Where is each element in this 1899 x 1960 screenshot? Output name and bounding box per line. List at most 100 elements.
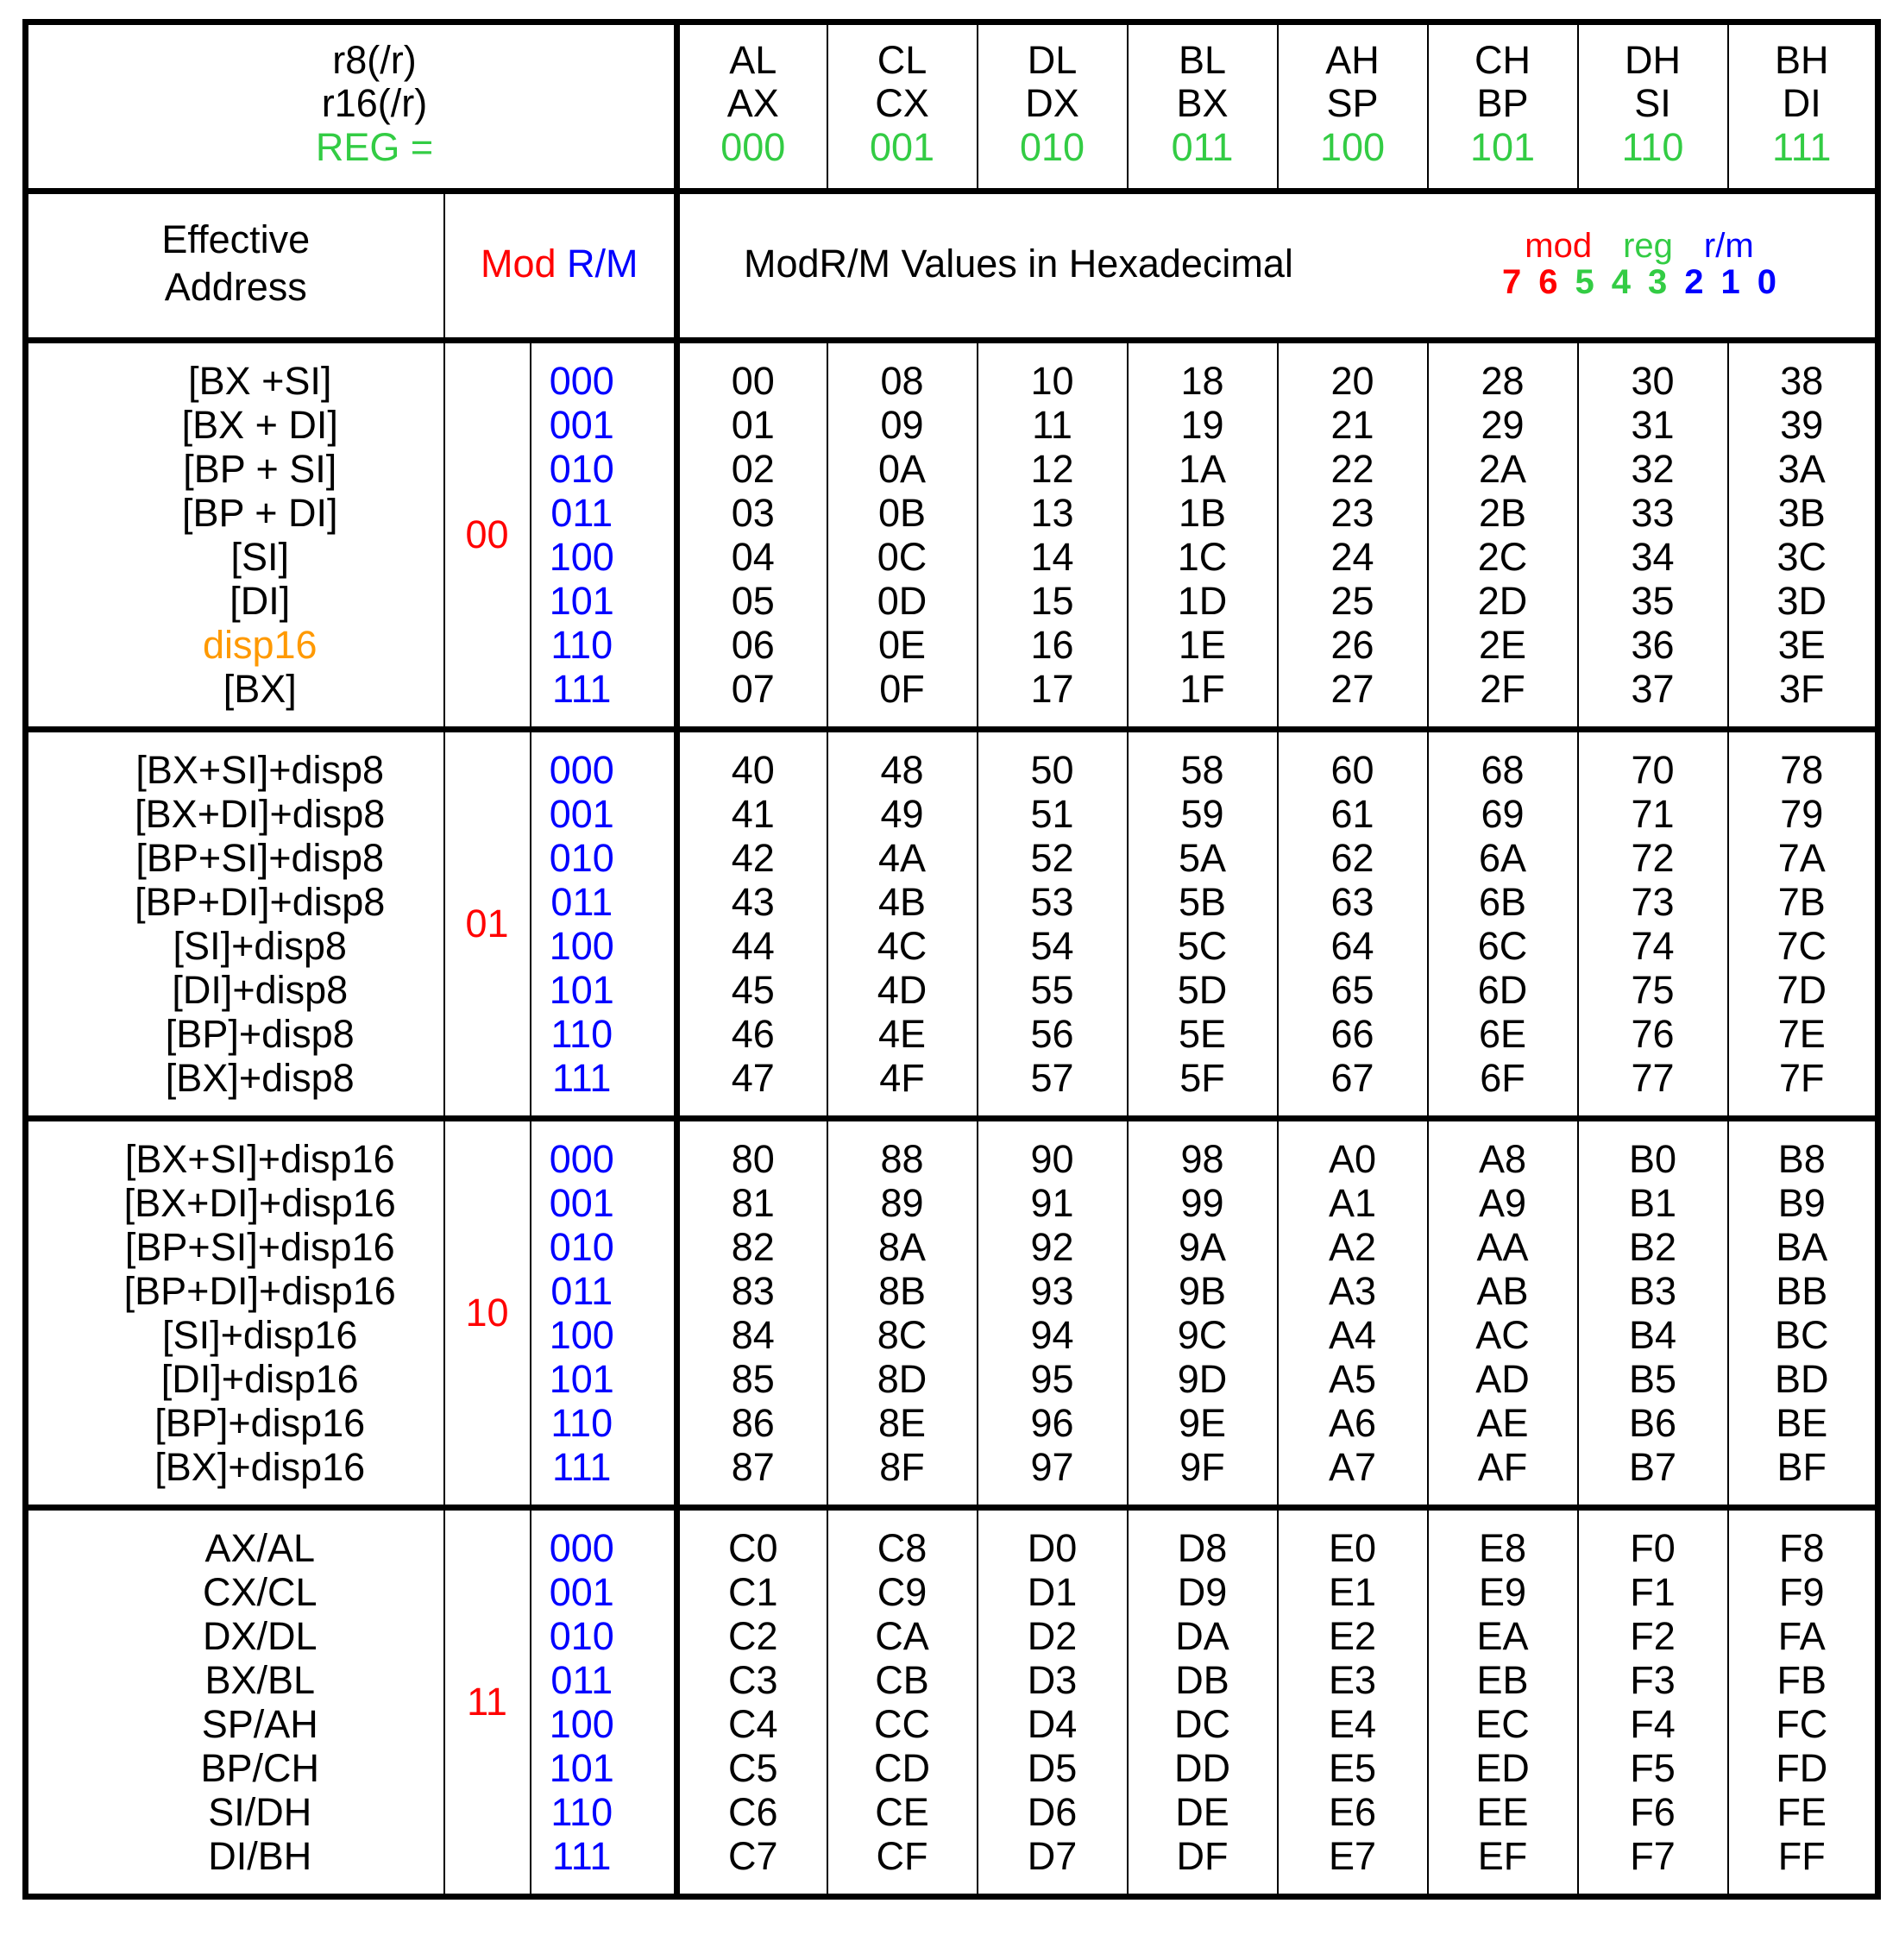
hex-value: AD — [1475, 1356, 1530, 1401]
hex-value: BD — [1774, 1356, 1829, 1401]
hex-value: 11 — [1032, 402, 1072, 447]
rm-bits-entry: 110 — [550, 1400, 613, 1445]
hex-value: 53 — [1030, 879, 1074, 924]
legend-reg-name: reg — [1623, 227, 1673, 266]
hex-value: 27 — [1330, 666, 1374, 711]
hex-column-dl: 50 51 52 53 54 55 56 57 — [976, 726, 1129, 1120]
reg16-name: AX — [726, 81, 779, 126]
hex-value: AF — [1477, 1444, 1528, 1489]
rm-bits-entry: 101 — [549, 1356, 614, 1401]
hex-value: 3D — [1776, 578, 1827, 623]
effective-address-cell: [BX+SI]+disp8 [BX+DI]+disp8 [BP+SI]+disp8[… — [22, 726, 445, 1120]
hex-value: 3C — [1776, 534, 1827, 579]
hex-column-ah: E0 E1 E2 E3 E4 E5 E6 E7 — [1276, 1504, 1429, 1900]
hex-value: CE — [875, 1789, 929, 1834]
hex-value: 85 — [731, 1356, 775, 1401]
hex-value: C0 — [727, 1525, 778, 1570]
hex-value: 08 — [880, 358, 924, 403]
hex-value: 2C — [1477, 534, 1528, 579]
rm-bits-entry: 100 — [549, 1312, 614, 1357]
hex-value: 83 — [731, 1268, 775, 1313]
hex-column-ch: 28 29 2A 2B 2C 2D 2E 2F — [1426, 336, 1579, 731]
hex-value: 96 — [1030, 1400, 1074, 1445]
hex-value: A4 — [1328, 1312, 1377, 1357]
hex-value: EF — [1477, 1833, 1528, 1878]
hex-value: 46 — [731, 1011, 775, 1056]
hex-value: 87 — [731, 1444, 775, 1489]
hex-value: 4B — [877, 879, 927, 924]
hex-column-bh: 38 39 3A 3B 3C 3D 3E 3F — [1726, 336, 1881, 731]
hex-value: 63 — [1330, 879, 1374, 924]
hex-value: 73 — [1631, 879, 1675, 924]
effective-address-entry: [BP]+disp16 — [154, 1400, 366, 1445]
hex-value: 45 — [731, 967, 775, 1012]
hex-value: F1 — [1630, 1569, 1676, 1614]
hex-value: C3 — [727, 1657, 778, 1702]
hex-value: 4F — [879, 1055, 925, 1100]
reg-bits: 111 — [1772, 124, 1832, 169]
hex-column-ch: E8 E9 EA EB EC ED EE EF — [1426, 1504, 1579, 1900]
effective-address-entry: [BP+SI]+disp8 — [135, 835, 385, 880]
reg16-name: CX — [875, 81, 929, 126]
hex-value: B0 — [1628, 1136, 1677, 1181]
reg16-name: BX — [1176, 81, 1229, 126]
hex-value: FD — [1776, 1745, 1828, 1790]
hex-value: 54 — [1030, 923, 1074, 968]
legend-bit-6: 6 — [1538, 263, 1558, 302]
reg8-name: DL — [1027, 38, 1078, 82]
hex-value: 19 — [1180, 402, 1224, 447]
legend-bit-1: 1 — [1720, 263, 1740, 302]
hex-value: DC — [1174, 1701, 1230, 1746]
hex-value: 9B — [1178, 1268, 1227, 1313]
hex-value: 77 — [1631, 1055, 1675, 1100]
hex-value: AA — [1476, 1224, 1529, 1269]
hex-value: C2 — [727, 1613, 778, 1658]
hex-value: 1C — [1177, 534, 1228, 579]
reg8-name: CH — [1475, 38, 1531, 82]
hex-value: 2B — [1478, 490, 1527, 535]
reg16-name: SI — [1634, 81, 1671, 126]
legend-bit-0: 0 — [1757, 263, 1776, 302]
effective-address-entry: [BP + DI] — [181, 490, 338, 535]
hex-value: 56 — [1030, 1011, 1074, 1056]
hex-column-dh: B0 B1 B2 B3 B4 B5 B6 B7 — [1576, 1115, 1729, 1509]
hex-value: F0 — [1630, 1525, 1676, 1570]
effective-address-header: Effective Address — [22, 188, 445, 342]
hex-value: 06 — [731, 622, 775, 667]
hex-value: 7A — [1777, 835, 1826, 880]
hex-column-ah: A0 A1 A2 A3 A4 A5 A6 A7 — [1276, 1115, 1429, 1509]
mod-rm-header: Mod R/M — [443, 188, 678, 342]
hex-value: 20 — [1330, 358, 1374, 403]
hex-value: 99 — [1180, 1180, 1224, 1225]
effective-address-entry: [BX + DI] — [181, 402, 338, 447]
effective-address-entry: [BP+SI]+disp16 — [124, 1224, 395, 1269]
table-body: r8(/r) r16(/r) REG = AL AX 000 CL CX 001 DL DX 010 B… — [22, 18, 1881, 1900]
hex-values-caption: ModR/M Values in Hexadecimal — [744, 242, 1293, 286]
hex-value: 8D — [877, 1356, 927, 1401]
rm-bits-entry: 111 — [552, 666, 612, 711]
reg-bits: 000 — [720, 124, 786, 169]
hex-value: 43 — [731, 879, 775, 924]
hex-value: 5C — [1177, 923, 1228, 968]
hex-value: E5 — [1328, 1745, 1377, 1790]
legend-bit-5: 5 — [1575, 263, 1594, 302]
hex-value: 32 — [1631, 446, 1675, 491]
hex-value: B5 — [1628, 1356, 1677, 1401]
hex-value: 58 — [1180, 747, 1224, 792]
hex-value: 5E — [1178, 1011, 1227, 1056]
hex-value: C9 — [877, 1569, 927, 1614]
hex-value: 15 — [1030, 578, 1074, 623]
hex-value: BA — [1776, 1224, 1828, 1269]
hex-value: 8C — [877, 1312, 927, 1357]
hex-value: D9 — [1177, 1569, 1228, 1614]
reg-bits: 100 — [1319, 124, 1386, 169]
hex-value: 55 — [1030, 967, 1074, 1012]
effective-address-entry: [BX+SI]+disp16 — [124, 1136, 395, 1181]
hex-value: 52 — [1030, 835, 1074, 880]
hex-value: 3F — [1778, 666, 1825, 711]
hex-value: A3 — [1328, 1268, 1377, 1313]
hex-value: 01 — [731, 402, 775, 447]
hex-value: CF — [876, 1833, 928, 1878]
reg-equals-label: REG = — [315, 124, 434, 169]
hex-column-ch: 68 69 6A 6B 6C 6D 6E 6F — [1426, 726, 1579, 1120]
